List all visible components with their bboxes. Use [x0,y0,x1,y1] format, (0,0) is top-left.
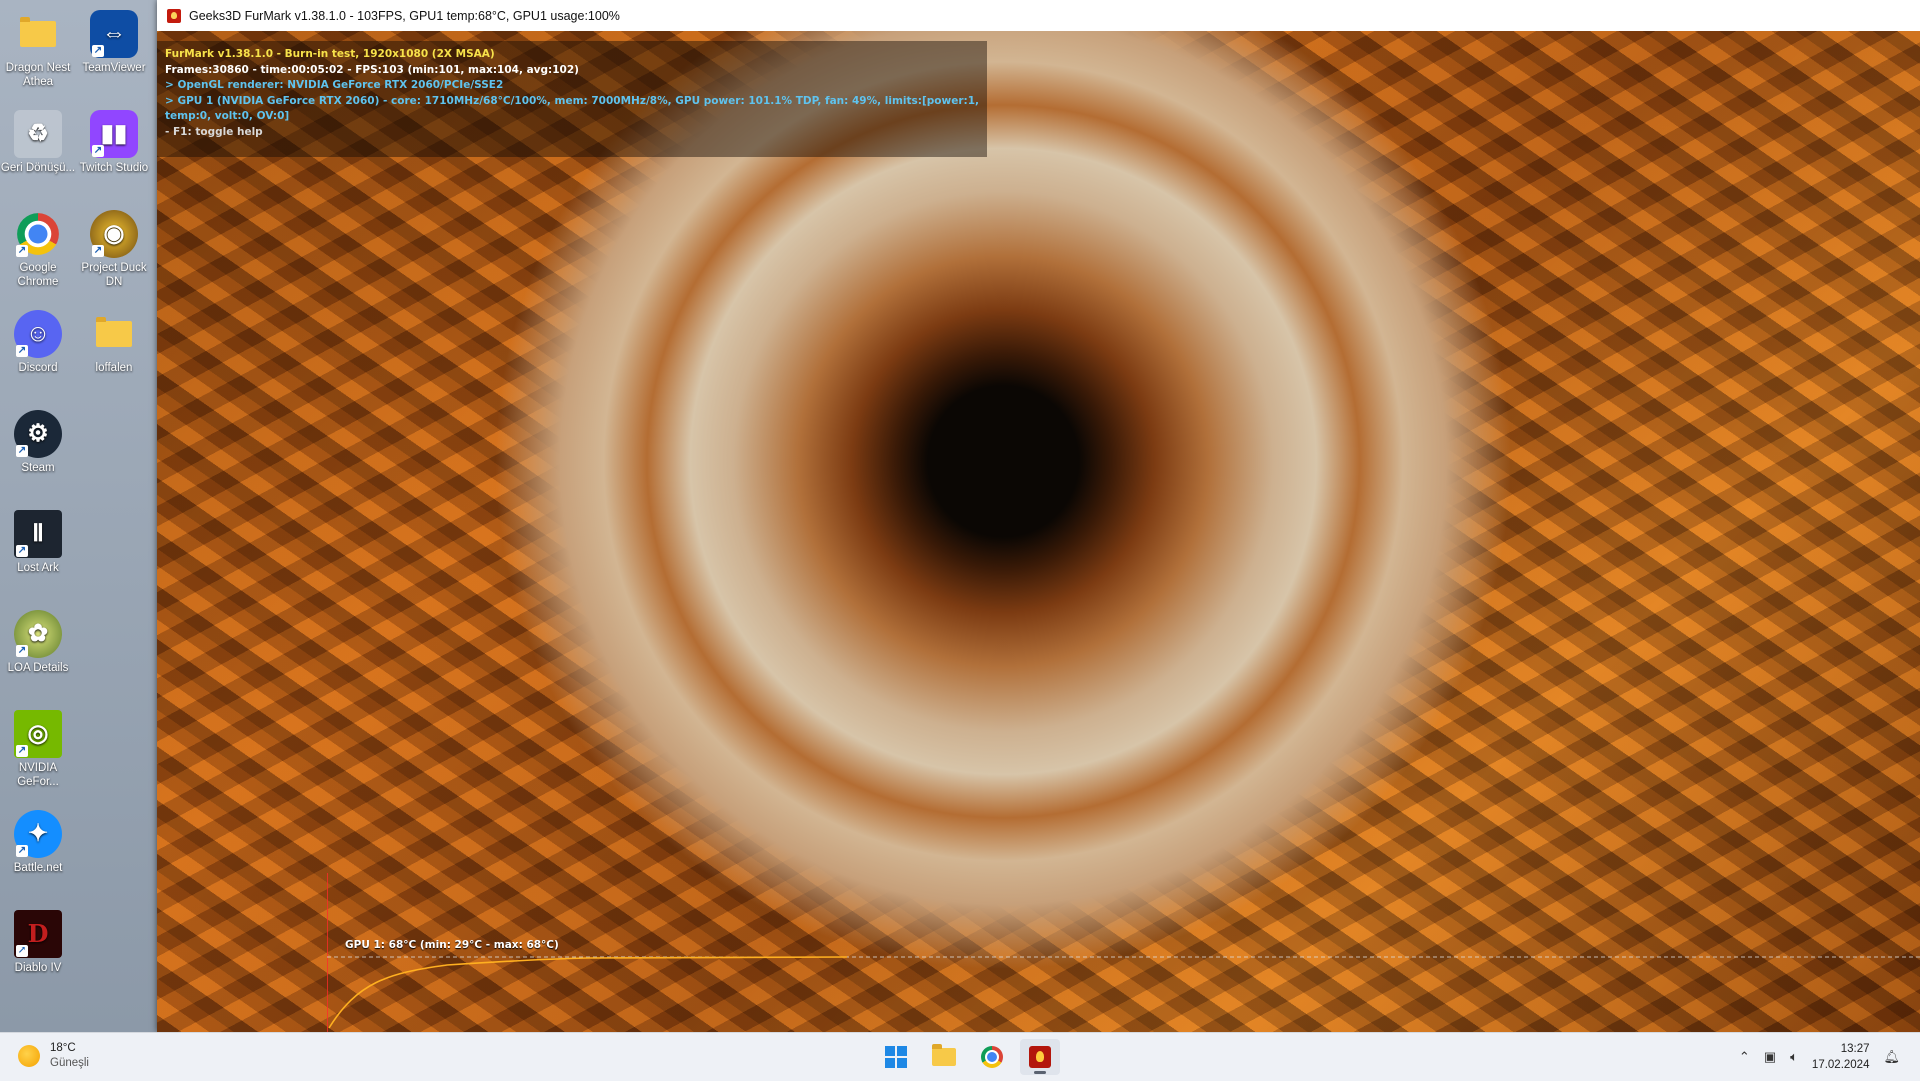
loa-details-icon: ✿ ↗ [14,610,62,658]
clock-time: 13:27 [1840,1043,1870,1055]
temperature-graph [327,873,1920,1032]
desktop-icon-recycle-bin[interactable]: ♻ Geri Dönüşü... [0,104,76,175]
desktop-icon-loffalen[interactable]: loffalen [76,304,152,375]
desktop-icon-battlenet[interactable]: ✦ ↗ Battle.net [0,804,76,875]
hud-line-help: - F1: toggle help [165,125,263,138]
recycle-bin-icon: ♻ [14,110,62,158]
weather-condition: Güneşli [50,1057,89,1069]
taskbar-apps [876,1039,1060,1075]
file-explorer-icon [932,1044,956,1066]
taskbar: 18°C Güneşli ⌃ ▣ 🔈︎ 13:27 17.02.2024 🔔︎ [0,1032,1920,1081]
hud-overlay: FurMark v1.38.1.0 - Burn-in test, 1920x1… [157,41,987,157]
desktop-icon-project-duck[interactable]: ◉ ↗ Project Duck DN [76,204,152,289]
desktop-icon-label: Dragon Nest Athea [5,62,71,88]
render-viewport: FurMark v1.38.1.0 - Burn-in test, 1920x1… [157,31,1920,1032]
duck-icon: ◉ ↗ [90,210,138,258]
desktop-icon-discord[interactable]: ☺ ↗ Discord [0,304,76,375]
title-bar[interactable]: Geeks3D FurMark v1.38.1.0 - 103FPS, GPU1… [157,0,1920,31]
weather-widget[interactable]: 18°C Güneşli [18,1041,89,1071]
network-icon[interactable]: ▣ [1764,1049,1776,1065]
teamviewer-icon: ⇔ ↗ [90,10,138,58]
discord-icon: ☺ ↗ [14,310,62,358]
window-title: Geeks3D FurMark v1.38.1.0 - 103FPS, GPU1… [189,8,620,23]
desktop-icon-nvidia[interactable]: ◎ ↗ NVIDIA GeFor... [0,704,76,789]
desktop-icon-teamviewer[interactable]: ⇔ ↗ TeamViewer [76,4,152,75]
desktop-icon-label: LOA Details [7,662,69,674]
taskbar-chrome[interactable] [972,1039,1012,1075]
desktop-icon-label: loffalen [95,362,133,374]
desktop-icon-steam[interactable]: ⚙ ↗ Steam [0,404,76,475]
desktop-icon-label: Google Chrome [17,262,59,288]
volume-icon[interactable]: 🔈︎ [1790,1049,1798,1065]
start-button[interactable] [876,1039,916,1075]
desktop-icon-label: Battle.net [13,862,63,874]
desktop-icon-label: NVIDIA GeFor... [17,762,59,788]
taskbar-furmark[interactable] [1020,1039,1060,1075]
hud-line-version: FurMark v1.38.1.0 - Burn-in test, 1920x1… [165,48,495,60]
steam-icon: ⚙ ↗ [14,410,62,458]
hud-line-renderer: > OpenGL renderer: NVIDIA GeForce RTX 20… [165,79,504,91]
desktop-icon-label: Geri Dönüşü... [0,162,76,174]
windows-logo-icon [885,1046,907,1068]
desktop-icon-diablo[interactable]: D ↗ Diablo IV [0,904,76,975]
twitch-icon: ▮▮ ↗ [90,110,138,158]
lost-ark-icon: Ⅱ ↗ [14,510,62,558]
desktop-icon-chrome[interactable]: ↗ Google Chrome [0,204,76,289]
desktop-icon-label: Diablo IV [14,962,62,974]
desktop-icon-label: TeamViewer [82,62,146,74]
system-tray: ⌃ ▣ 🔈︎ 13:27 17.02.2024 🔔︎ [1739,1033,1900,1081]
clock[interactable]: 13:27 17.02.2024 [1812,1041,1870,1073]
furmark-app-icon [167,8,181,23]
desktop-icon-twitch-studio[interactable]: ▮▮ ↗ Twitch Studio [76,104,152,175]
furmark-icon [1029,1046,1051,1068]
desktop-icon-dragon-nest[interactable]: Dragon Nest Athea [0,4,76,89]
weather-sun-icon [18,1045,40,1067]
chevron-up-icon[interactable]: ⌃ [1739,1049,1750,1065]
chrome-icon: ↗ [14,210,62,258]
graph-label: GPU 1: 68°C (min: 29°C - max: 68°C) [345,939,559,951]
folder-icon [20,17,56,47]
clock-date: 17.02.2024 [1811,1059,1870,1071]
taskbar-file-explorer[interactable] [924,1039,964,1075]
battlenet-icon: ✦ ↗ [14,810,62,858]
hud-line-frames: Frames:30860 - time:00:05:02 - FPS:103 (… [165,63,579,76]
chrome-icon [981,1046,1003,1068]
hud-line-gpu: > GPU 1 (NVIDIA GeForce RTX 2060) - core… [165,94,979,123]
desktop-icon-label: Twitch Studio [79,162,149,174]
desktop-icon-loa-details[interactable]: ✿ ↗ LOA Details [0,604,76,675]
nvidia-icon: ◎ ↗ [14,710,62,758]
temperature-curve [328,956,848,1029]
desktop-icon-label: Discord [18,362,58,374]
desktop-icon-lost-ark[interactable]: Ⅱ ↗ Lost Ark [0,504,76,575]
furmark-window[interactable]: Geeks3D FurMark v1.38.1.0 - 103FPS, GPU1… [157,0,1920,1032]
weather-temp: 18°C [50,1042,76,1054]
desktop-icon-label: Steam [21,462,55,474]
notification-bell-icon[interactable]: 🔔︎ [1883,1049,1900,1065]
folder-icon [96,317,132,347]
desktop-icon-label: Project Duck DN [81,262,147,288]
desktop-icon-label: Lost Ark [17,562,59,574]
diablo-icon: D ↗ [14,910,62,958]
